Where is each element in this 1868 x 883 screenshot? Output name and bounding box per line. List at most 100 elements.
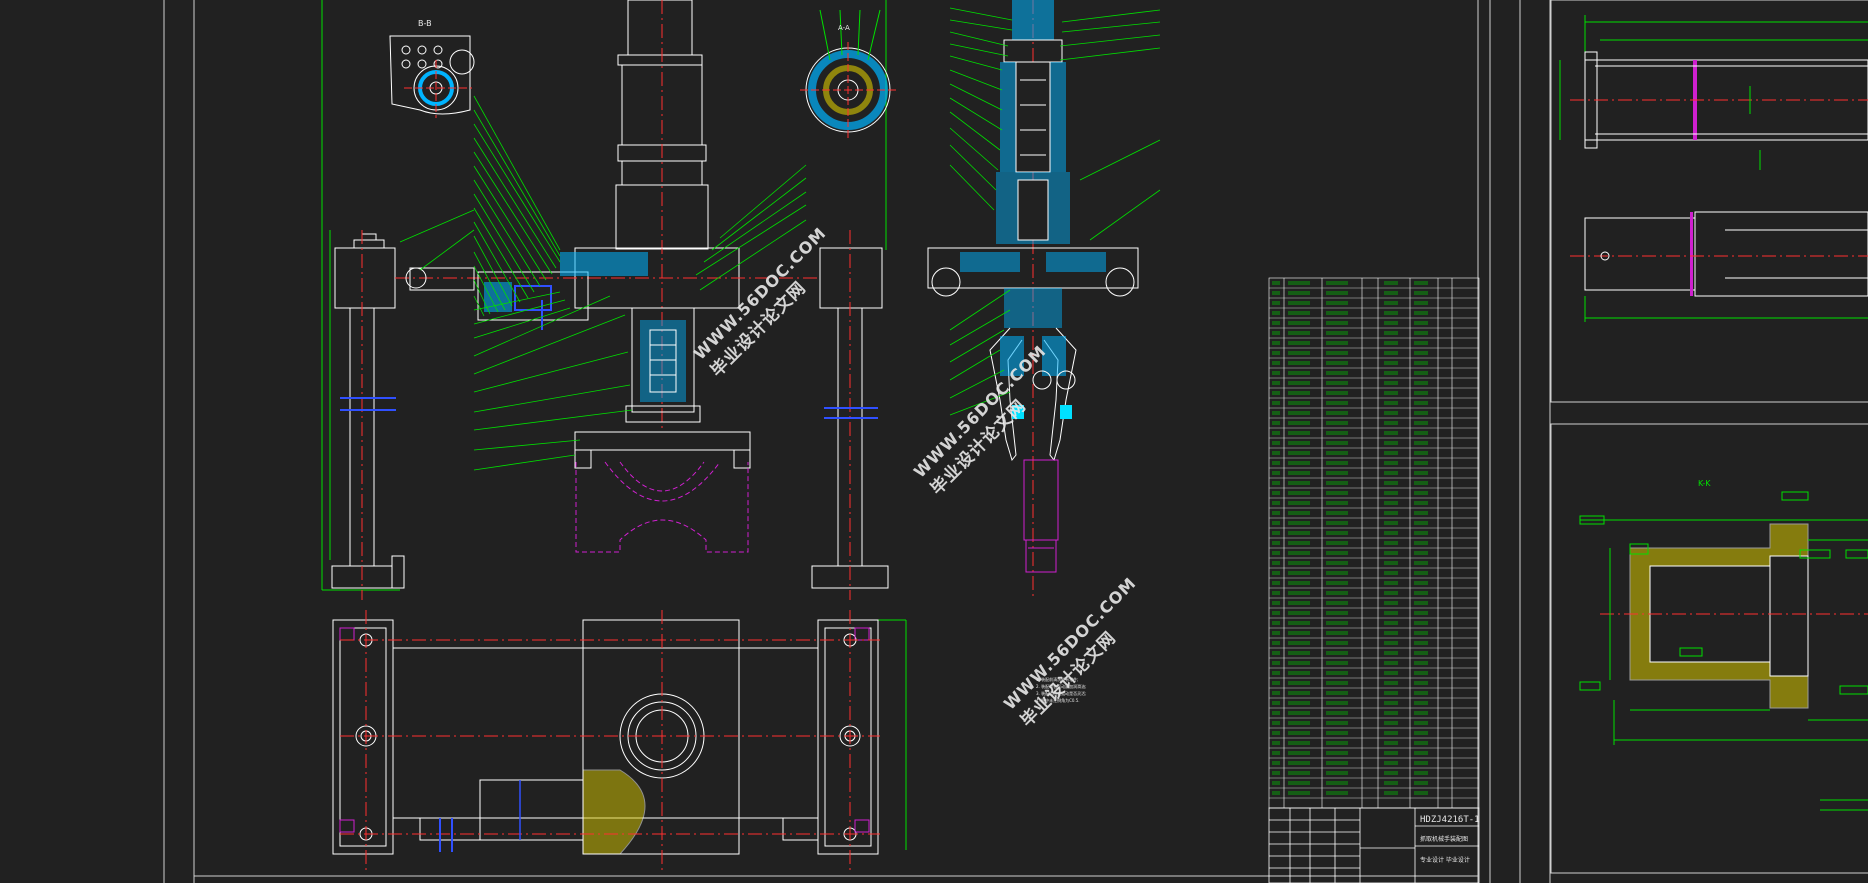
table-cell-glyphs [1326,371,1348,375]
drawing-number: HDZJ4216T-1 [1420,815,1480,825]
table-cell-glyphs [1288,541,1310,545]
table-cell-glyphs [1326,691,1348,695]
table-cell-glyphs [1414,651,1428,655]
table-cell-glyphs [1414,561,1428,565]
table-cell-glyphs [1414,761,1428,765]
table-cell-glyphs [1384,351,1398,355]
table-cell-glyphs [1384,671,1398,675]
table-cell-glyphs [1414,671,1428,675]
table-cell-glyphs [1384,491,1398,495]
table-cell-glyphs [1272,531,1280,535]
technical-notes: 1. 装配前清洗所有零件; 2. 装配时各运动副加润滑油; 3. 装配后检查运动… [1036,676,1086,704]
table-cell-glyphs [1272,731,1280,735]
table-cell-glyphs [1384,531,1398,535]
table-cell-glyphs [1272,401,1280,405]
table-cell-glyphs [1288,531,1310,535]
table-cell-glyphs [1288,601,1310,605]
drawing-org: 专业设计 毕业设计 [1420,856,1470,864]
table-cell-glyphs [1272,411,1280,415]
table-cell-glyphs [1272,291,1280,295]
table-cell-glyphs [1272,771,1280,775]
table-cell-glyphs [1272,681,1280,685]
table-cell-glyphs [1272,441,1280,445]
table-cell-glyphs [1414,291,1428,295]
table-cell-glyphs [1414,661,1428,665]
table-cell-glyphs [1384,421,1398,425]
table-cell-glyphs [1384,751,1398,755]
table-cell-glyphs [1414,371,1428,375]
table-cell-glyphs [1384,341,1398,345]
table-cell-glyphs [1326,731,1348,735]
table-cell-glyphs [1384,281,1398,285]
plan-view [332,610,880,870]
table-cell-glyphs [1414,711,1428,715]
table-cell-glyphs [1414,621,1428,625]
table-cell-glyphs [1414,381,1428,385]
table-cell-glyphs [1414,611,1428,615]
table-cell-glyphs [1326,481,1348,485]
table-cell-glyphs [1384,601,1398,605]
table-cell-glyphs [1288,431,1310,435]
tech-note-2: 2. 装配时各运动副加润滑油; [1036,684,1087,689]
table-cell-glyphs [1288,581,1310,585]
table-cell-glyphs [1326,601,1348,605]
table-cell-glyphs [1288,481,1310,485]
table-cell-glyphs [1384,561,1398,565]
table-cell-glyphs [1414,591,1428,595]
table-cell-glyphs [1272,331,1280,335]
table-cell-glyphs [1414,501,1428,505]
table-cell-glyphs [1384,301,1398,305]
table-cell-glyphs [1272,671,1280,675]
drawing-title: 抓取机械手装配图 [1420,835,1468,843]
table-cell-glyphs [1326,461,1348,465]
table-cell-glyphs [1414,781,1428,785]
table-cell-glyphs [1288,301,1310,305]
table-cell-glyphs [1288,781,1310,785]
table-cell-glyphs [1384,511,1398,515]
table-cell-glyphs [1288,361,1310,365]
table-cell-glyphs [1414,361,1428,365]
table-cell-glyphs [1414,471,1428,475]
table-cell-glyphs [1272,581,1280,585]
table-cell-glyphs [1326,681,1348,685]
right-column [811,230,889,600]
table-cell-glyphs [1272,351,1280,355]
table-cell-glyphs [1288,681,1310,685]
table-cell-glyphs [1384,761,1398,765]
table-cell-glyphs [1414,491,1428,495]
main-assembly-view: B-B A-A [321,0,907,870]
table-cell-glyphs [1288,441,1310,445]
section-kk-detail: K-K [1579,479,1868,811]
table-cell-glyphs [1272,761,1280,765]
table-cell-glyphs [1272,711,1280,715]
table-cell-glyphs [1414,741,1428,745]
table-cell-glyphs [1288,401,1310,405]
gripper-section-view [927,0,1161,600]
table-cell-glyphs [1414,451,1428,455]
table-cell-glyphs [1326,341,1348,345]
table-cell-glyphs [1288,571,1310,575]
table-cell-glyphs [1326,401,1348,405]
table-cell-glyphs [1326,521,1348,525]
table-cell-glyphs [1288,371,1310,375]
table-cell-glyphs [1288,791,1310,795]
table-cell-glyphs [1384,701,1398,705]
table-cell-glyphs [1288,751,1310,755]
table-cell-glyphs [1384,291,1398,295]
table-cell-glyphs [1288,641,1310,645]
table-cell-glyphs [1272,641,1280,645]
table-cell-glyphs [1326,411,1348,415]
table-cell-glyphs [1326,531,1348,535]
table-cell-glyphs [1288,451,1310,455]
table-cell-glyphs [1272,421,1280,425]
table-cell-glyphs [1272,381,1280,385]
table-cell-glyphs [1288,621,1310,625]
table-cell-glyphs [1272,301,1280,305]
table-cell-glyphs [1272,431,1280,435]
table-cell-glyphs [1272,561,1280,565]
table-cell-glyphs [1414,751,1428,755]
table-cell-glyphs [1272,481,1280,485]
table-cell-glyphs [1384,741,1398,745]
table-cell-glyphs [1384,631,1398,635]
table-cell-glyphs [1414,571,1428,575]
